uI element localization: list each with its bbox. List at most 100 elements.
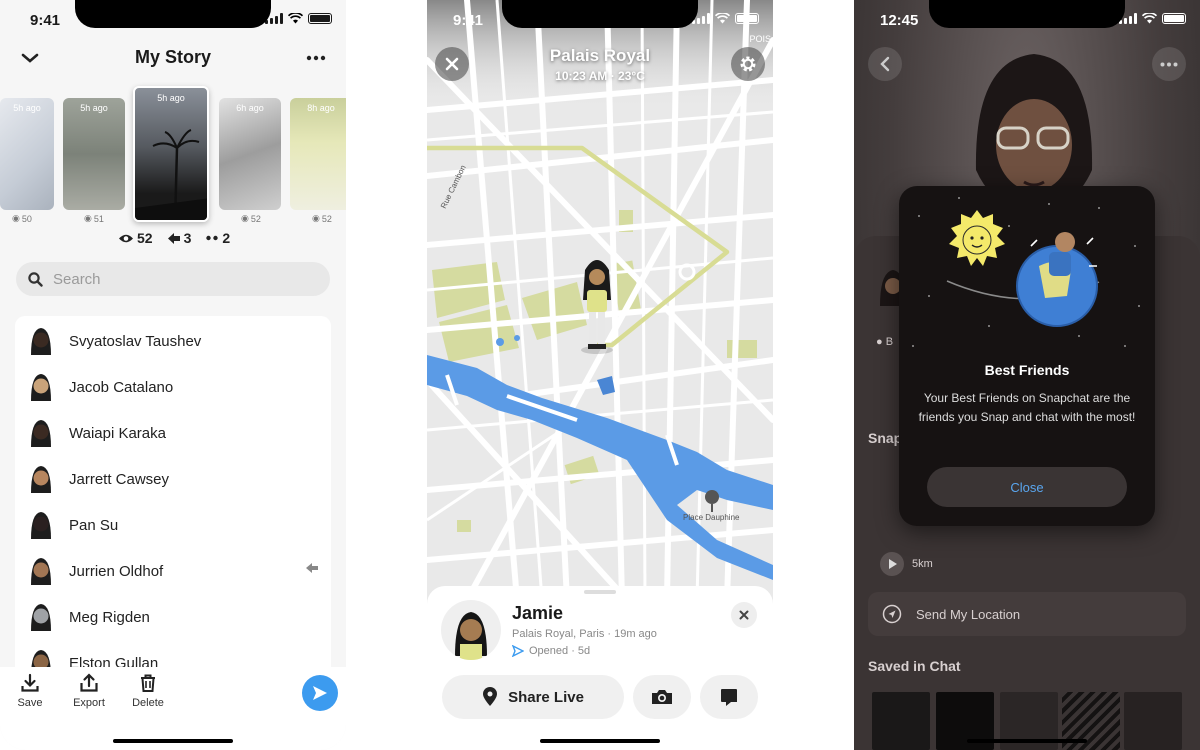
- partial-label-text: B: [885, 336, 894, 348]
- views-count: 51: [93, 213, 104, 224]
- thumbnail-age: 5h ago: [13, 103, 41, 113]
- friend-location-time: Palais Royal, Paris · 19m ago: [512, 628, 657, 640]
- viewer-row[interactable]: Waiapi Karaka: [15, 410, 331, 456]
- viewer-row[interactable]: Svyatoslav Taushev: [15, 318, 331, 364]
- thumbnail-age: 6h ago: [236, 103, 264, 113]
- snap-map-heading: Snap: [868, 430, 903, 446]
- thumbnail-views: ◉ 50: [12, 213, 32, 224]
- map-view[interactable]: [427, 0, 773, 600]
- battery-icon: [1162, 13, 1186, 24]
- camera-button[interactable]: [633, 675, 691, 719]
- friend-avatar[interactable]: [441, 600, 501, 660]
- share-live-button[interactable]: Share Live: [442, 675, 624, 719]
- modal-description: Your Best Friends on Snapchat are the fr…: [918, 391, 1136, 424]
- map-settings-button[interactable]: [731, 47, 765, 81]
- views-count: 52: [250, 213, 261, 224]
- page-title: My Story: [134, 47, 212, 67]
- close-button[interactable]: Close: [927, 467, 1127, 507]
- search-input[interactable]: [53, 270, 293, 288]
- story-thumbnail[interactable]: 8h ago: [290, 98, 346, 210]
- screenshot-arrows-icon: [167, 232, 180, 244]
- more-options-icon[interactable]: [302, 46, 330, 70]
- thumbnail-age: 8h ago: [307, 103, 335, 113]
- story-thumbnail[interactable]: 5h ago: [0, 98, 54, 210]
- send-arrow-icon: [313, 686, 327, 700]
- export-button[interactable]: Export: [64, 673, 114, 709]
- viewer-row[interactable]: Jarrett Cawsey: [15, 456, 331, 502]
- send-location-button[interactable]: Send My Location: [868, 592, 1186, 636]
- download-icon: [21, 673, 39, 692]
- notch: [75, 0, 271, 28]
- bitmoji-avatar: [31, 328, 51, 355]
- eye-icon: [119, 234, 133, 242]
- viewer-name: Waiapi Karaka: [69, 424, 166, 442]
- story-action-bar: Save Export Delete: [0, 667, 346, 750]
- share-upload-icon: [80, 673, 98, 692]
- status-icons: [1119, 13, 1186, 24]
- share-live-label: Share Live: [508, 688, 584, 706]
- play-icon: [880, 552, 904, 576]
- snap-status: Opened · 5d: [512, 645, 590, 657]
- location-subtitle: 10:23 AM · 23°C: [555, 69, 645, 83]
- views-count: 52: [137, 230, 153, 246]
- thumbnail-views: ◉ 52: [241, 213, 261, 224]
- viewer-row[interactable]: Jurrien Oldhof: [15, 548, 331, 594]
- delete-label: Delete: [132, 697, 164, 709]
- saved-media-thumbnail[interactable]: [1124, 692, 1182, 750]
- send-location-label: Send My Location: [916, 606, 1021, 622]
- status-icons: [692, 13, 759, 24]
- profile-more-button[interactable]: [1152, 47, 1186, 81]
- notch: [502, 0, 698, 28]
- viewer-row[interactable]: Jacob Catalano: [15, 364, 331, 410]
- best-friends-screen: ● B Snap 5km Send My Location Saved in C…: [854, 0, 1200, 750]
- save-button[interactable]: Save: [5, 673, 55, 709]
- thumbnail-views: ◉ 51: [84, 213, 104, 224]
- viewer-list: Svyatoslav Taushev Jacob Catalano Waiapi K…: [15, 316, 331, 686]
- best-friends-illustration: [912, 197, 1140, 347]
- place-label: Place Dauphine: [683, 513, 740, 522]
- status-icons: [265, 13, 332, 24]
- eye-icon: ◉: [12, 213, 20, 223]
- viewer-row[interactable]: Pan Su: [15, 502, 331, 548]
- gear-icon: [740, 56, 756, 72]
- close-icon: [739, 610, 749, 620]
- status-time: 9:41: [453, 12, 484, 29]
- chat-button[interactable]: [700, 675, 758, 719]
- home-indicator: [113, 739, 233, 743]
- map-screen: Rue Cambon POIS Place Dauphine 9:41 Pala…: [427, 0, 773, 750]
- story-thumbnail[interactable]: 5h ago: [63, 98, 125, 210]
- replies-count: 2: [222, 230, 231, 246]
- send-button[interactable]: [302, 675, 338, 711]
- views-count: 50: [21, 213, 32, 224]
- viewer-name: Pan Su: [69, 516, 119, 534]
- close-card-button[interactable]: [731, 602, 757, 628]
- battery-icon: [308, 13, 332, 24]
- best-friends-modal: Best Friends Your Best Friends on Snapch…: [899, 186, 1155, 526]
- viewer-name: Meg Rigden: [69, 608, 150, 626]
- status-time: 12:45: [880, 12, 919, 29]
- viewer-row[interactable]: Meg Rigden: [15, 594, 331, 640]
- eye-icon: ◉: [84, 213, 92, 223]
- drag-handle[interactable]: [584, 590, 616, 594]
- thumbnail-age: 5h ago: [80, 103, 108, 113]
- friend-name: Jamie: [512, 603, 564, 623]
- story-stats: 52 3 2: [118, 230, 238, 246]
- viewer-name: Jacob Catalano: [69, 378, 174, 396]
- my-story-screen: 9:41 My Story 5h ago 5h ago 5h ago 6h ag…: [0, 0, 346, 750]
- back-button[interactable]: [868, 47, 902, 81]
- search-bar[interactable]: [16, 262, 330, 296]
- opened-arrow-icon: [512, 645, 524, 657]
- palm-tree-silhouette: [135, 129, 207, 220]
- modal-title: Best Friends: [984, 362, 1070, 378]
- delete-button[interactable]: Delete: [123, 673, 173, 709]
- opened-label: Opened · 5d: [529, 645, 591, 657]
- bitmoji-avatar: [31, 512, 51, 539]
- saved-media-thumbnail[interactable]: [872, 692, 930, 750]
- status-time: 9:41: [30, 12, 61, 29]
- distance-label: 5km: [912, 558, 933, 570]
- bitmoji-avatar: [31, 374, 51, 401]
- distance-chip[interactable]: 5km: [880, 552, 933, 576]
- story-thumbnail[interactable]: 6h ago: [219, 98, 281, 210]
- story-thumbnail-current[interactable]: 5h ago: [133, 86, 209, 222]
- thumbnail-views: ◉ 52: [312, 213, 332, 224]
